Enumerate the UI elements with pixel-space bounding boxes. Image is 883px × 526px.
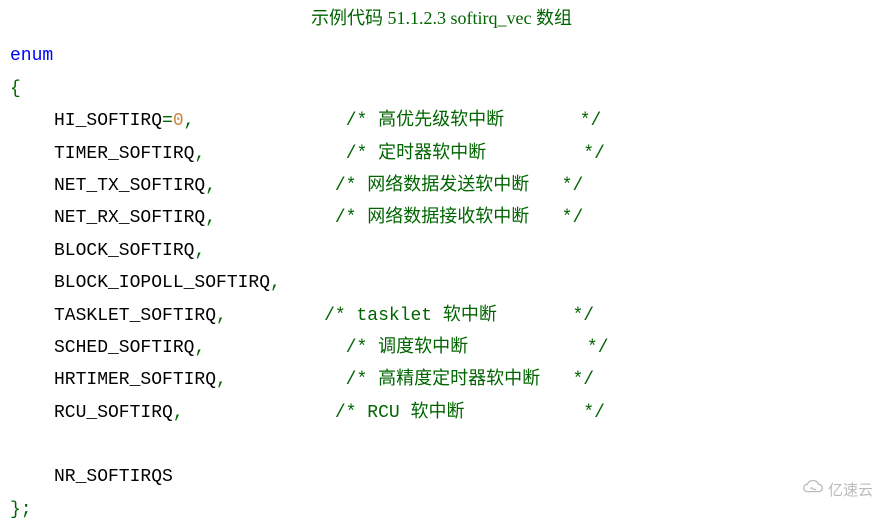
comment: /* 高精度定时器软中断 */ (346, 370, 594, 390)
comma: , (194, 241, 205, 261)
cloud-icon (802, 477, 824, 504)
comment: /* 调度软中断 */ (346, 338, 609, 358)
comma: , (216, 370, 227, 390)
enum-member: BLOCK_SOFTIRQ (54, 241, 194, 261)
enum-member: SCHED_SOFTIRQ (54, 338, 194, 358)
comment: /* RCU 软中断 */ (335, 403, 605, 423)
comma: , (205, 208, 216, 228)
enum-line: HRTIMER_SOFTIRQ, /* 高精度定时器软中断 */ (10, 364, 873, 396)
enum-line: BLOCK_SOFTIRQ, (10, 235, 873, 267)
enum-member: HRTIMER_SOFTIRQ (54, 370, 216, 390)
comment: /* 高优先级软中断 */ (346, 111, 602, 131)
enum-value: 0 (173, 111, 184, 131)
enum-member: NET_TX_SOFTIRQ (54, 176, 205, 196)
enum-member: RCU_SOFTIRQ (54, 403, 173, 423)
enum-line: BLOCK_IOPOLL_SOFTIRQ, (10, 267, 873, 299)
enum-line: TIMER_SOFTIRQ, /* 定时器软中断 */ (10, 138, 873, 170)
keyword-enum: enum (10, 46, 53, 66)
enum-line: HI_SOFTIRQ=0, /* 高优先级软中断 */ (10, 105, 873, 137)
enum-body: HI_SOFTIRQ=0, /* 高优先级软中断 */TIMER_SOFTIRQ… (10, 105, 873, 494)
enum-member: NET_RX_SOFTIRQ (54, 208, 205, 228)
enum-line: TASKLET_SOFTIRQ, /* tasklet 软中断 */ (10, 300, 873, 332)
enum-member: HI_SOFTIRQ (54, 111, 162, 131)
comma: , (270, 273, 281, 293)
enum-line (10, 429, 873, 461)
close-brace: }; (10, 494, 873, 526)
enum-member: NR_SOFTIRQS (54, 467, 173, 487)
comma: , (205, 176, 216, 196)
watermark-text: 亿速云 (828, 477, 873, 504)
enum-line: NET_TX_SOFTIRQ, /* 网络数据发送软中断 */ (10, 170, 873, 202)
enum-member: TIMER_SOFTIRQ (54, 144, 194, 164)
comma: , (194, 338, 205, 358)
enum-line: SCHED_SOFTIRQ, /* 调度软中断 */ (10, 332, 873, 364)
enum-line: NET_RX_SOFTIRQ, /* 网络数据接收软中断 */ (10, 202, 873, 234)
comma: , (194, 144, 205, 164)
equals-sign: = (162, 111, 173, 131)
enum-member: BLOCK_IOPOLL_SOFTIRQ (54, 273, 270, 293)
comment: /* tasklet 软中断 */ (324, 306, 594, 326)
comma: , (173, 403, 184, 423)
enum-keyword: enum (10, 40, 873, 72)
enum-line: NR_SOFTIRQS (10, 461, 873, 493)
watermark: 亿速云 (802, 477, 873, 504)
enum-member: TASKLET_SOFTIRQ (54, 306, 216, 326)
comment: /* 定时器软中断 */ (346, 144, 605, 164)
code-title: 示例代码 51.1.2.3 softirq_vec 数组 (10, 2, 873, 34)
comment: /* 网络数据接收软中断 */ (335, 208, 583, 228)
open-brace: { (10, 73, 873, 105)
comma: , (184, 111, 195, 131)
comma: , (216, 306, 227, 326)
enum-line: RCU_SOFTIRQ, /* RCU 软中断 */ (10, 397, 873, 429)
comment: /* 网络数据发送软中断 */ (335, 176, 583, 196)
